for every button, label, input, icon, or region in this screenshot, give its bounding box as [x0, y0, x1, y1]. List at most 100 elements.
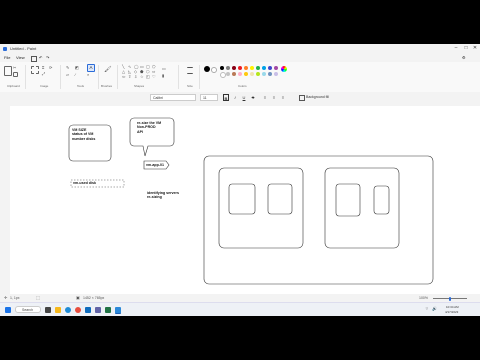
- italic-button[interactable]: I: [232, 94, 238, 101]
- menu-view[interactable]: View: [16, 55, 25, 60]
- paste-icon[interactable]: [4, 66, 12, 76]
- text-tool-icon[interactable]: A: [87, 64, 95, 72]
- edit-colors-icon[interactable]: [281, 66, 287, 72]
- color-swatch[interactable]: [274, 66, 278, 70]
- color-picker-icon[interactable]: ⁄: [75, 72, 76, 77]
- align-left-icon[interactable]: ≡: [262, 94, 268, 101]
- redo-icon[interactable]: ↷: [46, 55, 49, 60]
- color-swatch[interactable]: [262, 72, 266, 76]
- color-swatch[interactable]: [226, 72, 230, 76]
- rotate-icon[interactable]: ⟳: [49, 65, 52, 70]
- primary-color-swatch[interactable]: [204, 66, 210, 72]
- arrow-down-shape-icon[interactable]: ⇩: [134, 75, 137, 79]
- secondary-color-swatch[interactable]: [211, 67, 217, 73]
- resize-icon[interactable]: ⤢: [42, 71, 45, 76]
- note-vm-app[interactable]: vm-app-01: [146, 163, 164, 167]
- group-label-image: Image: [40, 84, 49, 88]
- color-swatch[interactable]: [226, 66, 230, 70]
- star-shape-icon[interactable]: ☆: [140, 75, 144, 79]
- color-swatch[interactable]: [268, 66, 272, 70]
- taskbar-search-box[interactable]: Search: [15, 306, 41, 313]
- callout-shape-icon[interactable]: ◰: [146, 75, 150, 79]
- crop-icon[interactable]: ⌗: [42, 65, 44, 70]
- magnifier-icon[interactable]: ⌕: [87, 72, 89, 77]
- brush-icon[interactable]: 🖌: [104, 66, 112, 73]
- window-title: Untitled - Paint: [10, 46, 37, 51]
- note-vm-used-disk[interactable]: vm-used disk: [73, 181, 96, 185]
- close-button[interactable]: ✕: [471, 45, 479, 52]
- image-size-icon: ▣: [76, 295, 80, 300]
- undo-icon[interactable]: ↶: [39, 55, 42, 60]
- color-swatch[interactable]: [232, 72, 236, 76]
- underline-button[interactable]: U: [241, 94, 247, 101]
- fill-shape-icon[interactable]: ▮: [162, 73, 164, 78]
- ribbon-divider: [199, 65, 200, 89]
- note-vm-size[interactable]: VM SIZE status of VM number disks: [72, 128, 95, 141]
- clock-time[interactable]: 10:34 AM: [446, 305, 459, 309]
- color-swatch[interactable]: [256, 72, 260, 76]
- heart-shape-icon[interactable]: ♡: [152, 75, 156, 79]
- save-icon[interactable]: [31, 55, 37, 62]
- arrow-left-shape-icon[interactable]: ⇦: [122, 75, 125, 79]
- color-swatch[interactable]: [220, 66, 224, 70]
- color-swatch[interactable]: [256, 66, 260, 70]
- note-line: re-sizing: [147, 195, 162, 200]
- bold-button[interactable]: B: [223, 94, 229, 101]
- note-identifying[interactable]: identifying servers re-sizing: [147, 191, 179, 200]
- outline-icon[interactable]: ▭: [162, 66, 166, 71]
- cut-icon[interactable]: ✂: [13, 65, 16, 70]
- zoom-slider-thumb[interactable]: [449, 296, 451, 301]
- strikethrough-button[interactable]: S: [250, 94, 256, 101]
- outer-container-box: [203, 155, 434, 285]
- pencil-icon[interactable]: ✎: [66, 65, 69, 70]
- clock-date[interactable]: 4/17/2023: [445, 310, 458, 314]
- font-size-select[interactable]: 11: [200, 94, 218, 101]
- color-swatch[interactable]: [244, 72, 248, 76]
- color-swatch[interactable]: [274, 72, 278, 76]
- color-swatch[interactable]: [262, 66, 266, 70]
- chrome-browser-icon[interactable]: [75, 307, 81, 313]
- background-fill-checkbox[interactable]: [299, 95, 305, 101]
- settings-icon[interactable]: ⚙: [462, 55, 466, 60]
- color-swatch[interactable]: [250, 72, 254, 76]
- font-family-select[interactable]: Calibri: [150, 94, 196, 101]
- note-resize[interactable]: re-size the VM Non-PROD API: [137, 121, 161, 134]
- arrow-up-shape-icon[interactable]: ⇧: [128, 75, 131, 79]
- group-label-size: Size: [187, 84, 193, 88]
- select-icon[interactable]: [31, 66, 39, 74]
- fill-icon[interactable]: ◩: [75, 65, 79, 70]
- start-windows-icon[interactable]: [5, 307, 11, 313]
- color-swatch[interactable]: [238, 72, 242, 76]
- color-swatch[interactable]: [268, 72, 272, 76]
- color-swatch[interactable]: [232, 66, 236, 70]
- color-swatch[interactable]: [244, 66, 248, 70]
- network-icon[interactable]: ⌔: [425, 306, 429, 312]
- color-swatch[interactable]: [250, 66, 254, 70]
- eraser-icon[interactable]: ▱: [66, 72, 69, 77]
- teams-icon[interactable]: [95, 307, 101, 313]
- drawing-canvas[interactable]: VM SIZE status of VM number disks re-siz…: [10, 106, 480, 294]
- note-line: number disks: [72, 136, 96, 141]
- color-swatch[interactable]: [238, 66, 242, 70]
- align-right-icon[interactable]: ≡: [280, 94, 286, 101]
- taskbar: Search ⌔ 🔊 10:34 AM 4/17/2023: [0, 302, 480, 316]
- size-icon[interactable]: [187, 67, 193, 74]
- text-toolbar: Calibri 11 B I U S ≡ ≡ ≡ Background fill: [0, 92, 480, 105]
- title-bar: Untitled - Paint – □ ✕: [0, 44, 480, 54]
- ribbon: ✂ Clipboard ⌗ ⤢ ⟳ Image ✎ ◩ A ▱ ⁄ ⌕ Tool…: [0, 62, 480, 93]
- menu-file[interactable]: File: [4, 55, 10, 60]
- vm-box-right-1: [335, 183, 361, 217]
- outlook-icon[interactable]: [85, 307, 91, 313]
- menu-bar: File View ↶ ↷ ⚙: [0, 54, 480, 62]
- ribbon-divider: [60, 65, 61, 89]
- task-view-icon[interactable]: [45, 307, 51, 313]
- edge-browser-icon[interactable]: [65, 307, 71, 313]
- align-center-icon[interactable]: ≡: [271, 94, 277, 101]
- maximize-button[interactable]: □: [462, 45, 470, 52]
- minimize-button[interactable]: –: [452, 45, 460, 52]
- volume-icon[interactable]: 🔊: [432, 306, 437, 311]
- copy-icon[interactable]: [13, 72, 18, 77]
- excel-icon[interactable]: [105, 307, 111, 313]
- file-explorer-icon[interactable]: [55, 307, 61, 313]
- paint-taskbar-icon[interactable]: [115, 307, 121, 314]
